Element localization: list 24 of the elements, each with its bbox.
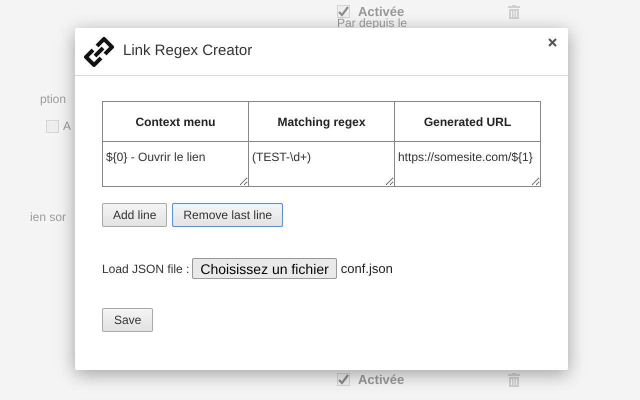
chain-link-icon [83,36,115,68]
option-text: ption [40,91,66,108]
note-text: Par depuis le [337,16,408,32]
text-area[interactable]: ${0} - Ouvrir le lien [103,142,248,186]
toggle-label: Activée [358,371,404,389]
window-title: Link Regex Creator [123,41,252,62]
save-button[interactable]: Save [102,308,154,332]
toggle-label: Activée [358,3,404,19]
text-area[interactable]: (TEST-\d+) [249,142,394,186]
action-button[interactable]: Remove last line [172,203,284,227]
checkbox[interactable] [337,373,350,386]
checkbox[interactable] [337,5,350,18]
column-header: Context menu [102,102,248,142]
file-label: Load JSON file : [102,260,190,278]
option-text: ien sor [30,209,66,226]
column-header: Matching regex [248,102,394,142]
file-name: conf.json [340,260,393,278]
text-area[interactable]: https://somesite.com/${1} [395,142,540,186]
toggle-label: A [63,118,72,135]
close-icon[interactable] [548,38,557,47]
file-button[interactable]: Choisissez un fichier [192,258,337,279]
trash-icon[interactable] [508,372,520,387]
column-header: Generated URL [394,102,540,142]
action-button[interactable]: Add line [102,203,168,227]
